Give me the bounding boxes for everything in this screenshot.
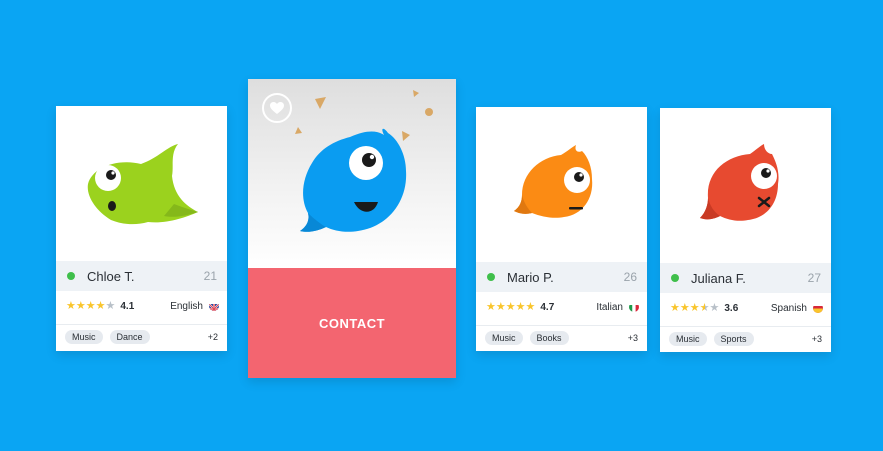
language-label: Spanish <box>770 302 807 314</box>
star-icon: ★ <box>679 301 690 314</box>
star-icon: ★ <box>85 299 96 312</box>
online-status-dot <box>487 273 495 281</box>
profile-age: 27 <box>807 271 821 285</box>
interest-tag[interactable]: Books <box>529 331 569 345</box>
star-icon: ★ <box>66 299 76 312</box>
profile-age: 21 <box>203 269 217 283</box>
profile-name: Chloe T. <box>87 268 135 284</box>
star-icon: ★ <box>709 301 720 314</box>
tags-row: Music Books +3 <box>476 325 647 350</box>
star-icon: ★ <box>75 299 86 312</box>
star-rating: ★ ★ ★ ★ ★ <box>66 299 116 312</box>
profile-info-row: Chloe T. 21 <box>56 261 227 291</box>
star-icon: ★ <box>505 300 516 313</box>
rating-value: 4.7 <box>540 301 555 313</box>
heart-icon <box>270 101 284 114</box>
star-icon: ★ <box>95 299 106 312</box>
rating-value: 3.6 <box>724 302 739 314</box>
star-rating: ★ ★ ★ ★ ★ <box>670 301 720 314</box>
star-icon: ★ <box>486 300 496 313</box>
interest-tag[interactable]: Sports <box>713 332 754 346</box>
avatar-area <box>56 106 227 261</box>
green-monster-avatar <box>87 144 198 225</box>
profile-card-chloe[interactable]: Chloe T. 21 ★ ★ ★ ★ ★ 4.1 English Music … <box>56 106 227 351</box>
interest-tag[interactable]: Music <box>65 330 103 344</box>
rating-value: 4.1 <box>120 300 135 312</box>
profile-info-row: Mario P. 26 <box>476 262 647 292</box>
profile-card-juliana[interactable]: Juliana F. 27 ★ ★ ★ ★ ★ 3.6 Spanish Musi… <box>660 108 831 352</box>
interest-tag[interactable]: Dance <box>109 330 150 344</box>
star-rating: ★ ★ ★ ★ ★ <box>486 300 536 313</box>
star-icon: ★ <box>689 301 700 314</box>
online-status-dot <box>67 272 75 280</box>
favorite-button[interactable] <box>262 93 292 123</box>
spain-flag-icon <box>813 303 823 313</box>
interest-tag[interactable]: Music <box>485 331 523 345</box>
avatar-area <box>660 108 831 263</box>
more-tags-count[interactable]: +3 <box>812 334 822 344</box>
profile-name: Mario P. <box>507 269 554 285</box>
star-icon: ★ <box>515 300 526 313</box>
star-icon: ★ <box>495 300 506 313</box>
online-status-dot <box>671 274 679 282</box>
star-icon: ★ <box>525 300 536 313</box>
avatar-area <box>476 107 647 262</box>
italy-flag-icon <box>629 302 639 312</box>
star-icon: ★ <box>699 301 710 314</box>
more-tags-count[interactable]: +3 <box>628 333 638 343</box>
star-icon: ★ <box>670 301 680 314</box>
orange-monster-avatar <box>514 145 593 218</box>
profile-card-featured[interactable]: CONTACT <box>248 79 456 378</box>
more-tags-count[interactable]: +2 <box>208 332 218 342</box>
tags-row: Music Dance +2 <box>56 324 227 349</box>
red-monster-avatar <box>700 144 779 221</box>
contact-button[interactable]: CONTACT <box>248 268 456 378</box>
profile-info-row: Juliana F. 27 <box>660 263 831 293</box>
interest-tag[interactable]: Music <box>669 332 707 346</box>
language-label: Italian <box>596 301 623 313</box>
avatar-area <box>248 79 456 269</box>
uk-flag-icon <box>209 301 219 311</box>
rating-row: ★ ★ ★ ★ ★ 3.6 Spanish <box>660 294 831 322</box>
profile-card-mario[interactable]: Mario P. 26 ★ ★ ★ ★ ★ 4.7 Italian Music … <box>476 107 647 351</box>
profile-name: Juliana F. <box>691 270 746 286</box>
rating-row: ★ ★ ★ ★ ★ 4.1 English <box>56 292 227 320</box>
language-label: English <box>170 300 203 312</box>
profile-age: 26 <box>623 270 637 284</box>
tags-row: Music Sports +3 <box>660 326 831 351</box>
rating-row: ★ ★ ★ ★ ★ 4.7 Italian <box>476 293 647 321</box>
star-icon: ★ <box>105 299 116 312</box>
